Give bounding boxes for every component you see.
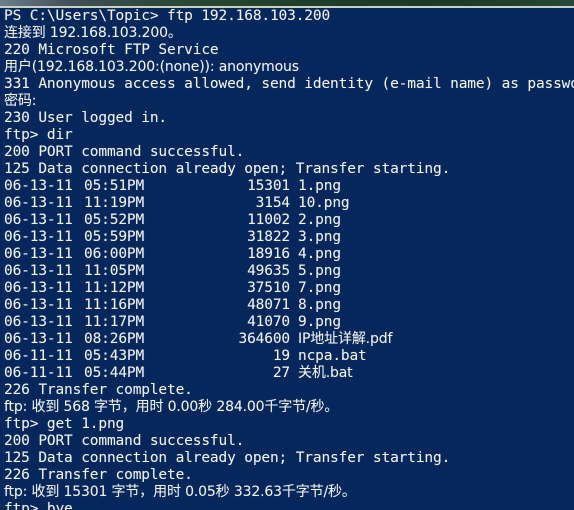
terminal-line-shell-prompt-ftp: PS C:\Users\Topic> ftp 192.168.103.200 (4, 8, 331, 24)
listing-row: 06-13-11 11:12PM 37510 7.png (4, 280, 574, 297)
listing-row: 06-13-11 11:17PM 41070 9.png (4, 314, 574, 331)
listing-filename: 7.png (298, 280, 341, 296)
listing-filename: 8.png (298, 297, 341, 313)
terminal-line-reply-200-port-1: 200 PORT command successful. (4, 144, 245, 160)
terminal-line-reply-125-1: 125 Data connection already open; Transf… (4, 161, 451, 177)
listing-filename: 3.png (298, 229, 341, 245)
terminal-line-password-prompt: 密码: (4, 93, 37, 109)
listing-size: 19 (272, 348, 290, 364)
terminal-line-user-prompt: 用户(192.168.103.200:(none)): anonymous (4, 59, 299, 75)
listing-filename: 4.png (298, 246, 341, 262)
terminal-output-footer: 226 Transfer complete. ftp: 收到 568 字节，用时 … (4, 382, 574, 510)
listing-date: 06-11-11 (4, 348, 73, 364)
listing-filename: 关机.bat (298, 365, 353, 381)
listing-row: 06-13-11 06:00PM 18916 4.png (4, 246, 574, 263)
listing-filename: IP地址详解.pdf (298, 331, 393, 347)
listing-date: 06-13-11 (4, 314, 73, 330)
terminal-line-stats-get: ftp: 收到 15301 字节，用时 0.05秒 332.63千字节/秒。 (4, 484, 356, 500)
terminal-line-reply-331: 331 Anonymous access allowed, send ident… (4, 76, 574, 92)
listing-size: 41070 (247, 314, 290, 330)
listing-time: 11:16PM (84, 297, 145, 313)
listing-date: 06-13-11 (4, 212, 73, 228)
terminal-line-stats-dir: ftp: 收到 568 字节，用时 0.00秒 284.00千字节/秒。 (4, 399, 339, 415)
listing-time: 05:52PM (84, 212, 145, 228)
listing-row: 06-13-11 11:19PM 3154 10.png (4, 195, 574, 212)
listing-date: 06-13-11 (4, 195, 73, 211)
terminal-line-cmd-get: ftp> get 1.png (4, 416, 125, 432)
listing-date: 06-13-11 (4, 178, 73, 194)
listing-row: 06-13-11 05:52PM 11002 2.png (4, 212, 574, 229)
listing-filename: 5.png (298, 263, 341, 279)
listing-time: 05:43PM (84, 348, 145, 364)
listing-date: 06-13-11 (4, 229, 73, 245)
listing-time: 11:19PM (84, 195, 145, 211)
listing-date: 06-11-11 (4, 365, 73, 381)
listing-size: 11002 (247, 212, 290, 228)
listing-time: 05:44PM (84, 365, 145, 381)
listing-size: 3154 (255, 195, 290, 211)
listing-filename: 2.png (298, 212, 341, 228)
listing-filename: 10.png (298, 195, 350, 211)
listing-time: 06:00PM (84, 246, 145, 262)
listing-row: 06-13-11 11:05PM 49635 5.png (4, 263, 574, 280)
terminal-line-cmd-bye: ftp> bye (4, 501, 73, 510)
terminal-line-connecting: 连接到 192.168.103.200。 (4, 25, 182, 41)
listing-row: 06-11-11 05:43PM 19 ncpa.bat (4, 348, 574, 365)
listing-filename: 1.png (298, 178, 341, 194)
listing-date: 06-13-11 (4, 246, 73, 262)
listing-row: 06-13-11 05:59PM 31822 3.png (4, 229, 574, 246)
listing-size: 15301 (247, 178, 290, 194)
listing-row: 06-13-11 05:51PM 15301 1.png (4, 178, 574, 195)
terminal-line-cmd-dir: ftp> dir (4, 127, 73, 143)
listing-size: 37510 (247, 280, 290, 296)
terminal-line-reply-226-2: 226 Transfer complete. (4, 467, 193, 483)
listing-filename: ncpa.bat (298, 348, 367, 364)
listing-time: 08:26PM (84, 331, 145, 347)
directory-listing: 06-13-11 05:51PM 15301 1.png 06-13-11 11:19PM… (4, 178, 574, 382)
listing-date: 06-13-11 (4, 331, 73, 347)
ftp-console-window[interactable]: PS C:\Users\Topic> ftp 192.168.103.200 连接… (0, 0, 574, 510)
listing-row: 06-13-11 08:26PM 364600 IP地址详解.pdf (4, 331, 574, 348)
terminal-line-reply-125-2: 125 Data connection already open; Transf… (4, 450, 451, 466)
terminal-output-header: PS C:\Users\Topic> ftp 192.168.103.200 连接… (4, 8, 574, 178)
listing-filename: 9.png (298, 314, 341, 330)
listing-time: 11:17PM (84, 314, 145, 330)
listing-date: 06-13-11 (4, 280, 73, 296)
listing-row: 06-11-11 05:44PM 27 关机.bat (4, 365, 574, 382)
listing-size: 27 (272, 365, 290, 381)
listing-row: 06-13-11 11:16PM 48071 8.png (4, 297, 574, 314)
listing-time: 11:12PM (84, 280, 145, 296)
listing-date: 06-13-11 (4, 263, 73, 279)
listing-size: 364600 (238, 331, 291, 347)
listing-time: 05:51PM (84, 178, 145, 194)
terminal-line-reply-226-1: 226 Transfer complete. (4, 382, 193, 398)
listing-size: 18916 (247, 246, 290, 262)
terminal-line-banner-220: 220 Microsoft FTP Service (4, 42, 219, 58)
terminal-line-reply-200-port-2: 200 PORT command successful. (4, 433, 245, 449)
listing-size: 49635 (247, 263, 290, 279)
listing-date: 06-13-11 (4, 297, 73, 313)
listing-size: 31822 (247, 229, 290, 245)
terminal-screen[interactable]: PS C:\Users\Topic> ftp 192.168.103.200 连接… (4, 8, 574, 510)
listing-time: 05:59PM (84, 229, 145, 245)
listing-size: 48071 (247, 297, 290, 313)
listing-time: 11:05PM (84, 263, 145, 279)
terminal-line-reply-230: 230 User logged in. (4, 110, 168, 126)
